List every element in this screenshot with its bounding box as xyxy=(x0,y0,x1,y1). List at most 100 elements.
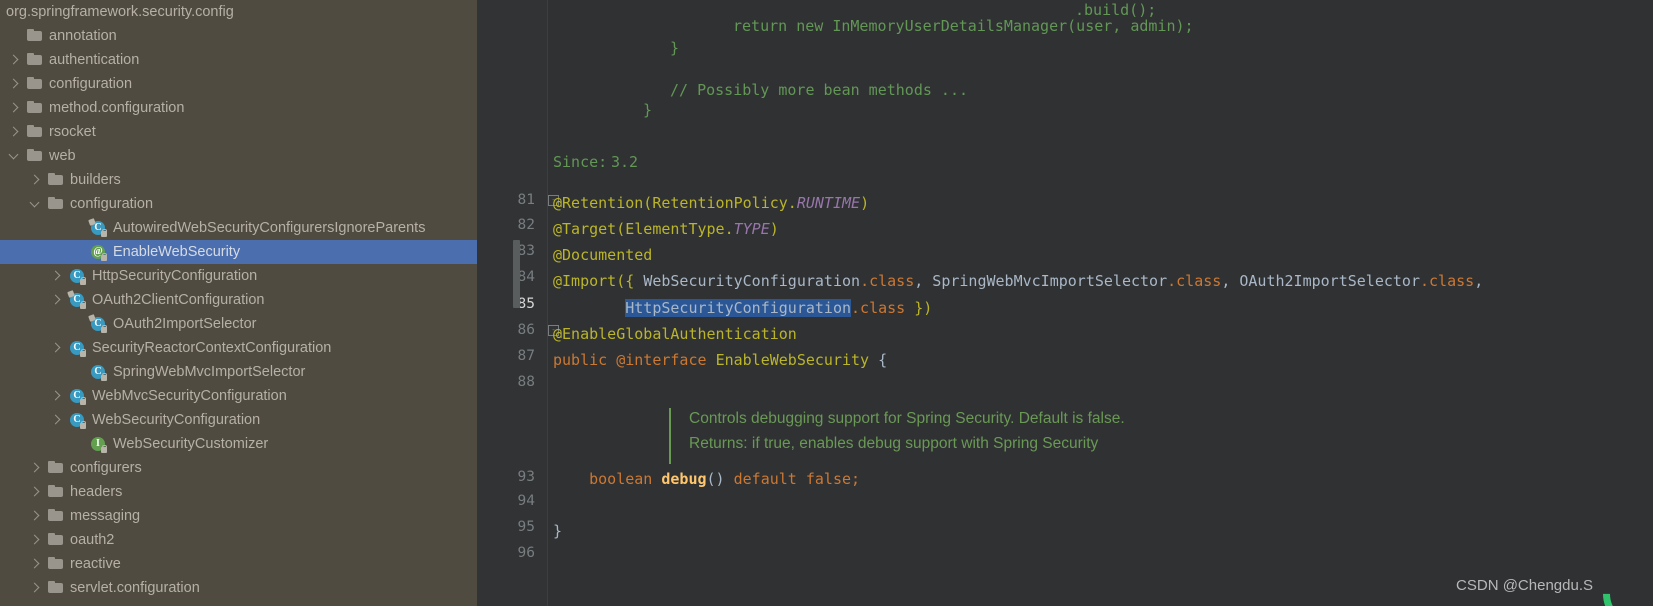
line-number: 88 xyxy=(517,374,535,390)
chevron-right-icon[interactable] xyxy=(27,556,43,572)
tree-item-headers[interactable]: headers xyxy=(0,480,477,504)
tree-item-label: configuration xyxy=(49,76,133,92)
editor-scrollbar-thumb[interactable] xyxy=(513,240,520,308)
tree-item-httpsecurityconfiguration[interactable]: C HttpSecurityConfiguration xyxy=(0,264,477,288)
chevron-right-icon[interactable] xyxy=(48,268,64,284)
chevron-right-icon[interactable] xyxy=(48,292,64,308)
tree-item-label: reactive xyxy=(70,556,121,572)
tree-item-reactive[interactable]: reactive xyxy=(0,552,477,576)
tree-item-oauth2[interactable]: oauth2 xyxy=(0,528,477,552)
line-number: 96 xyxy=(517,545,535,561)
javadoc-line: Controls debugging support for Spring Se… xyxy=(689,410,1125,427)
line-number: 81 xyxy=(517,192,535,208)
tree-item-securityreactorcontextconfiguration[interactable]: C SecurityReactorContextConfiguration xyxy=(0,336,477,360)
chevron-right-icon[interactable] xyxy=(27,580,43,596)
abstract-badge-icon xyxy=(88,217,96,226)
tree-item-enablewebsecurity[interactable]: @ EnableWebSecurity xyxy=(0,240,477,264)
tree-item-rsocket[interactable]: rsocket xyxy=(0,120,477,144)
chevron-right-icon[interactable] xyxy=(6,76,22,92)
class-icon: C xyxy=(69,412,87,429)
popup-doc-line: // Possibly more bean methods ... xyxy=(670,81,969,99)
tree-item-oauth2importselector[interactable]: C OAuth2ImportSelector xyxy=(0,312,477,336)
chevron-right-icon[interactable] xyxy=(48,388,64,404)
tree-item-annotation[interactable]: annotation xyxy=(0,24,477,48)
tree-item-websecurityconfiguration[interactable]: C WebSecurityConfiguration xyxy=(0,408,477,432)
chevron-right-icon[interactable] xyxy=(48,412,64,428)
class-icon: C xyxy=(69,340,87,357)
editor-code-area[interactable]: .build(); return new InMemoryUserDetailsM… xyxy=(547,0,1653,606)
chevron-right-icon[interactable] xyxy=(6,52,22,68)
tree-item-webmvcsecurityconfiguration[interactable]: C WebMvcSecurityConfiguration xyxy=(0,384,477,408)
tree-item-label: SpringWebMvcImportSelector xyxy=(113,364,306,380)
code-line-import-cont: HttpSecurityConfiguration.class }) xyxy=(625,299,933,317)
chevron-down-icon[interactable] xyxy=(6,148,22,164)
ide-window: org.springframework.security.config anno… xyxy=(0,0,1653,606)
tree-item-label: AutowiredWebSecurityConfigurersIgnorePar… xyxy=(113,220,426,236)
code-line-enable-global-auth: @EnableGlobalAuthentication xyxy=(553,325,797,343)
class-icon: C xyxy=(90,364,108,381)
line-number: 83 xyxy=(517,243,535,259)
popup-doc-line: } xyxy=(643,101,653,119)
tree-item-configuration[interactable]: configuration xyxy=(0,192,477,216)
tree-item-authentication[interactable]: authentication xyxy=(0,48,477,72)
code-editor[interactable]: 81 82 83 84 85 86 87 88 93 94 95 96 .build(); return… xyxy=(477,0,1653,606)
project-tree-panel[interactable]: org.springframework.security.config anno… xyxy=(0,0,477,606)
chevron-right-icon[interactable] xyxy=(6,124,22,140)
popup-doc-line: return new InMemoryUserDetailsManager(us… xyxy=(733,17,1194,35)
tree-item-oauth2clientconfiguration[interactable]: C OAuth2ClientConfiguration xyxy=(0,288,477,312)
line-number: 84 xyxy=(517,269,535,285)
lock-badge-icon xyxy=(101,228,108,237)
tree-item-label: EnableWebSecurity xyxy=(113,244,241,260)
abstract-class-icon: C xyxy=(88,217,108,237)
tree-item-configurers[interactable]: configurers xyxy=(0,456,477,480)
abstract-class-icon: C xyxy=(88,313,108,333)
tree-item-websecuritycustomizer[interactable]: I WebSecurityCustomizer xyxy=(0,432,477,456)
folder-icon xyxy=(27,125,43,139)
tree-item-messaging[interactable]: messaging xyxy=(0,504,477,528)
since-value: 3.2 xyxy=(611,153,639,171)
chevron-right-icon[interactable] xyxy=(27,460,43,476)
tree-item-autowiredwebsecurityconfigurersignoreparents[interactable]: C AutowiredWebSecurityConfigurersIgnorePa… xyxy=(0,216,477,240)
chevron-right-icon[interactable] xyxy=(27,508,43,524)
tree-item-list[interactable]: annotation authentication configuration met… xyxy=(0,24,477,600)
line-number: 93 xyxy=(517,469,535,485)
folder-icon xyxy=(27,29,43,43)
tree-item-servlet-configuration[interactable]: servlet.configuration xyxy=(0,576,477,600)
line-number: 95 xyxy=(517,519,535,535)
chevron-right-icon[interactable] xyxy=(6,100,22,116)
tree-item-label: OAuth2ClientConfiguration xyxy=(92,292,265,308)
tree-item-label: builders xyxy=(70,172,121,188)
code-line-retention: @Retention(RetentionPolicy.RUNTIME) xyxy=(553,194,870,212)
tree-item-label: headers xyxy=(70,484,123,500)
interface-icon: I xyxy=(90,436,108,453)
tree-item-web[interactable]: web xyxy=(0,144,477,168)
chevron-right-icon[interactable] xyxy=(27,484,43,500)
chevron-right-icon[interactable] xyxy=(27,172,43,188)
tree-item-label: messaging xyxy=(70,508,141,524)
chevron-down-icon[interactable] xyxy=(27,196,43,212)
chevron-right-icon[interactable] xyxy=(48,340,64,356)
tree-item-springwebmvcimportselector[interactable]: C SpringWebMvcImportSelector xyxy=(0,360,477,384)
tree-item-method-configuration[interactable]: method.configuration xyxy=(0,96,477,120)
tree-item-label: WebSecurityConfiguration xyxy=(92,412,261,428)
tree-item-configuration[interactable]: configuration xyxy=(0,72,477,96)
tree-item-builders[interactable]: builders xyxy=(0,168,477,192)
folder-icon xyxy=(27,101,43,115)
line-number: 94 xyxy=(517,493,535,509)
lock-badge-icon xyxy=(101,324,108,333)
chevron-right-icon[interactable] xyxy=(27,532,43,548)
folder-icon xyxy=(48,533,64,547)
